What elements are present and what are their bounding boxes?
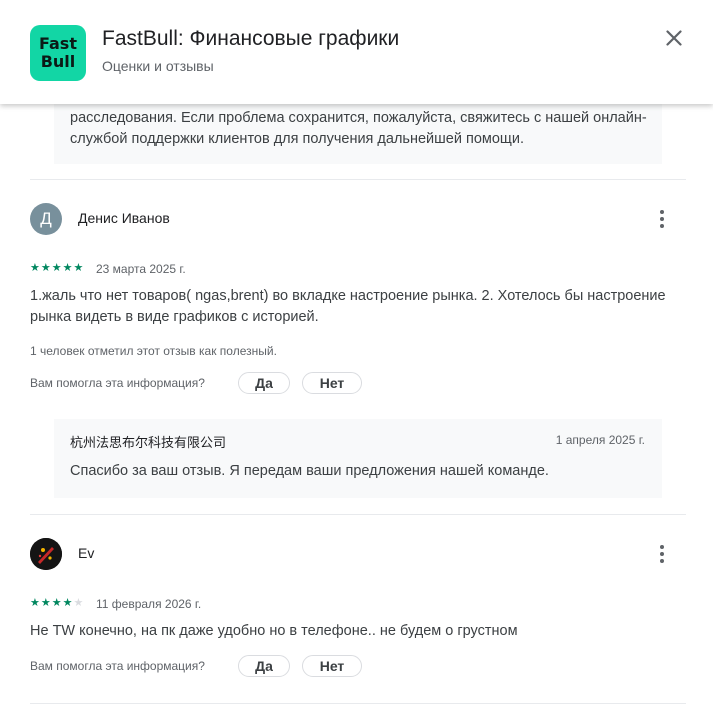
reviewer-name: Ev bbox=[78, 545, 95, 561]
star-filled-icon: ★ bbox=[62, 596, 73, 609]
star-filled-icon: ★ bbox=[51, 596, 62, 609]
star-rating: ★ ★ ★ ★ ★ bbox=[30, 597, 83, 609]
divider bbox=[30, 514, 686, 515]
star-filled-icon: ★ bbox=[30, 261, 40, 274]
star-filled-icon: ★ bbox=[30, 596, 40, 609]
developer-reply: 杭州法思布尔科技有限公司 1 апреля 2025 г. Спасибо за… bbox=[54, 419, 662, 498]
star-filled-icon: ★ bbox=[40, 596, 51, 609]
yes-button[interactable]: Да bbox=[238, 655, 290, 677]
no-button[interactable]: Нет bbox=[302, 655, 362, 677]
review-date: 23 марта 2025 г. bbox=[96, 262, 186, 276]
divider bbox=[30, 179, 686, 180]
dialog-subtitle: Оценки и отзывы bbox=[102, 58, 214, 74]
no-button[interactable]: Нет bbox=[302, 372, 362, 394]
reviewer-name: Денис Иванов bbox=[78, 210, 170, 226]
star-empty-icon: ★ bbox=[73, 596, 84, 609]
review-text: Не TW конечно, на пк даже удобно но в те… bbox=[30, 623, 518, 639]
avatar: Д bbox=[30, 203, 62, 235]
app-title: FastBull: Финансовые графики bbox=[102, 27, 400, 50]
developer-reply-text: расследования. Если проблема сохранится,… bbox=[70, 110, 647, 147]
close-icon[interactable] bbox=[660, 24, 688, 52]
more-options-icon[interactable] bbox=[650, 542, 674, 566]
helpful-count: 1 человек отметил этот отзыв как полезны… bbox=[30, 344, 277, 358]
developer-reply-previous: расследования. Если проблема сохранится,… bbox=[54, 96, 662, 164]
developer-reply-text: Спасибо за ваш отзыв. Я передам ваши пре… bbox=[70, 463, 549, 479]
star-filled-icon: ★ bbox=[62, 261, 73, 274]
game-avatar-icon bbox=[30, 538, 62, 570]
more-options-icon[interactable] bbox=[650, 207, 674, 231]
star-filled-icon: ★ bbox=[51, 261, 62, 274]
helpful-question: Вам помогла эта информация? bbox=[30, 659, 205, 673]
developer-name: 杭州法思布尔科技有限公司 bbox=[70, 436, 227, 451]
app-logo: Fast Bull bbox=[30, 25, 86, 81]
reply-date: 1 апреля 2025 г. bbox=[555, 433, 645, 447]
yes-button[interactable]: Да bbox=[238, 372, 290, 394]
star-filled-icon: ★ bbox=[73, 261, 84, 274]
reviews-scroll-area[interactable]: расследования. Если проблема сохранится,… bbox=[0, 0, 713, 704]
helpful-question: Вам помогла эта информация? bbox=[30, 376, 205, 390]
dialog-header: Fast Bull FastBull: Финансовые графики О… bbox=[0, 0, 713, 104]
review-text: 1.жаль что нет товаров( ngas,brent) во в… bbox=[30, 288, 666, 325]
star-filled-icon: ★ bbox=[40, 261, 51, 274]
star-rating: ★ ★ ★ ★ ★ bbox=[30, 262, 83, 274]
review-date: 11 февраля 2026 г. bbox=[96, 597, 202, 611]
